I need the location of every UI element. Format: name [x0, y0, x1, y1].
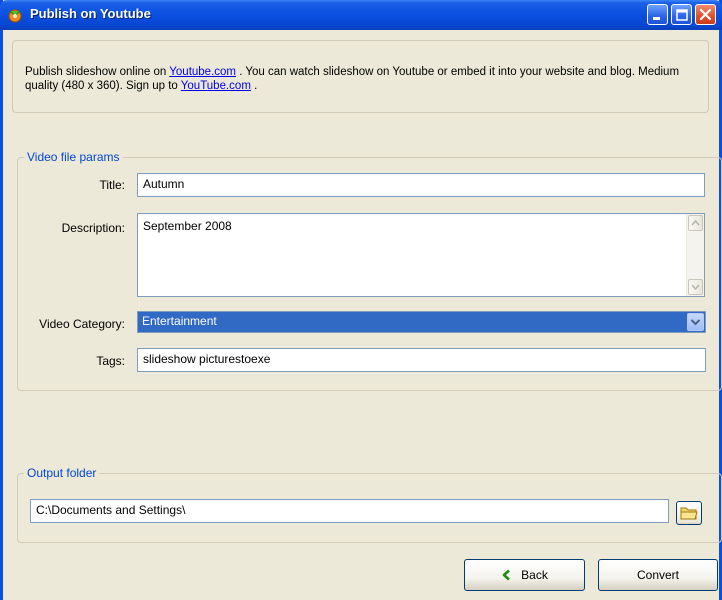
youtube-signup-link[interactable]: YouTube.com — [181, 80, 251, 92]
convert-button[interactable]: Convert — [598, 559, 718, 591]
chevron-down-icon — [690, 319, 701, 326]
info-text: Publish slideshow online on — [25, 66, 170, 78]
description-text: September 2008 — [143, 219, 232, 233]
convert-label: Convert — [636, 568, 680, 582]
maximize-button[interactable] — [671, 4, 692, 25]
category-dropdown-button[interactable] — [687, 313, 704, 331]
title-label: Title: — [99, 178, 125, 192]
tags-input[interactable]: slideshow picturestoexe — [137, 348, 706, 372]
info-text: . — [250, 80, 258, 92]
slideshow-app-icon — [7, 7, 23, 23]
minimize-button[interactable] — [647, 4, 668, 25]
info-panel: Publish slideshow online on Youtube.com … — [12, 40, 709, 113]
output-folder-legend: Output folder — [24, 466, 100, 480]
minimize-icon — [653, 17, 660, 20]
chevron-down-icon — [691, 284, 700, 291]
description-scrollbar[interactable] — [686, 214, 704, 296]
chevron-left-icon — [502, 569, 511, 581]
output-folder-input[interactable]: C:\Documents and Settings\ — [30, 499, 669, 523]
title-bar[interactable]: Publish on Youtube — [0, 0, 722, 30]
browse-folder-button[interactable] — [676, 501, 702, 525]
category-label: Video Category: — [39, 317, 125, 331]
close-button[interactable] — [695, 4, 716, 25]
tags-label: Tags: — [96, 354, 125, 368]
chevron-up-icon — [691, 219, 700, 226]
window-title: Publish on Youtube — [30, 6, 151, 21]
scroll-down-button[interactable] — [688, 279, 703, 295]
video-params-legend: Video file params — [24, 150, 123, 164]
description-label: Description: — [61, 221, 125, 235]
folder-icon — [680, 507, 698, 520]
scroll-up-button[interactable] — [688, 215, 703, 231]
description-textarea[interactable]: September 2008 — [137, 213, 705, 297]
back-label: Back — [521, 568, 548, 582]
close-icon — [699, 8, 712, 21]
back-button[interactable]: Back — [464, 559, 585, 591]
youtube-link[interactable]: Youtube.com — [169, 66, 236, 78]
publish-dialog: Publish on Youtube Publish slideshow onl… — [0, 0, 722, 600]
category-select[interactable]: Entertainment — [137, 311, 706, 333]
title-input[interactable]: Autumn — [137, 173, 705, 197]
maximize-icon — [676, 9, 688, 21]
category-value: Entertainment — [142, 314, 217, 328]
